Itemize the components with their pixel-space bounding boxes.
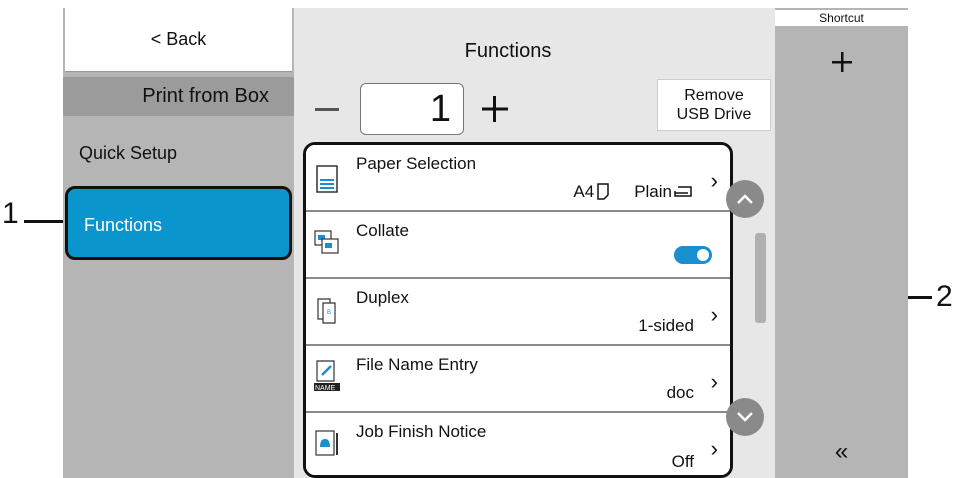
- function-list: Paper Selection A4 Plain › Collate B Dup…: [303, 142, 733, 478]
- duplex-icon: B: [317, 298, 336, 324]
- file-name-entry-label: File Name Entry: [356, 355, 478, 374]
- paper-selection-label: Paper Selection: [356, 154, 477, 173]
- collate-icon: [314, 230, 339, 254]
- duplex-value: 1-sided: [638, 316, 694, 335]
- remove-usb-button[interactable]: Remove USB Drive: [657, 79, 771, 131]
- paper-selection-value: A4 Plain: [573, 182, 694, 202]
- paper-tray-icon: [674, 186, 692, 197]
- decrement-button[interactable]: [305, 86, 349, 134]
- job-finish-notice-label: Job Finish Notice: [356, 422, 487, 441]
- right-panel: Shortcut «: [775, 8, 908, 478]
- chevron-right-icon: ›: [710, 436, 718, 461]
- copies-input[interactable]: 1: [360, 83, 464, 135]
- chevron-right-icon: ›: [710, 302, 718, 327]
- increment-button[interactable]: [473, 84, 517, 134]
- scroll-down-button[interactable]: [726, 398, 764, 436]
- nav-item-functions[interactable]: Functions: [65, 186, 292, 260]
- function-row-duplex[interactable]: B Duplex 1-sided ›: [306, 279, 730, 346]
- chevron-down-icon: [737, 412, 753, 422]
- remove-usb-label-1: Remove: [684, 87, 744, 104]
- chevron-right-icon: ›: [710, 369, 718, 394]
- file-name-entry-value: doc: [666, 383, 694, 402]
- callout-2: 2: [936, 280, 953, 313]
- left-panel: < Back Print from Box Quick Setup Functi…: [63, 8, 294, 478]
- file-name-icon: NAME: [314, 360, 340, 392]
- notice-icon: [315, 430, 338, 456]
- callout-1: 1: [2, 197, 19, 230]
- page-title: Functions: [464, 40, 552, 62]
- portrait-paper-icon: [597, 183, 609, 200]
- collate-toggle[interactable]: [674, 246, 712, 264]
- remove-usb-label-2: USB Drive: [676, 106, 752, 123]
- function-row-file-name-entry[interactable]: NAME File Name Entry doc ›: [306, 346, 730, 413]
- shortcut-label: Shortcut: [775, 10, 908, 26]
- job-finish-notice-value: Off: [671, 452, 694, 471]
- svg-text:B: B: [327, 310, 331, 316]
- box-title: Print from Box: [63, 77, 294, 116]
- callout-1-line: [24, 220, 64, 223]
- file-name-icon-text: NAME: [315, 385, 336, 392]
- function-row-job-finish-notice[interactable]: Job Finish Notice Off ›: [306, 413, 730, 475]
- plus-icon: [482, 96, 508, 122]
- add-shortcut-button[interactable]: [775, 46, 908, 80]
- function-row-paper-selection[interactable]: Paper Selection A4 Plain ›: [306, 145, 730, 212]
- paper-type-value: Plain: [634, 182, 672, 201]
- chevron-right-icon: ›: [710, 168, 718, 193]
- back-button[interactable]: < Back: [65, 8, 292, 72]
- nav-item-quick-setup[interactable]: Quick Setup: [63, 124, 294, 182]
- duplex-label: Duplex: [356, 288, 409, 307]
- paper-size-value: A4: [573, 182, 595, 201]
- collapse-panel-button[interactable]: «: [775, 438, 908, 466]
- touch-screen: < Back Print from Box Quick Setup Functi…: [63, 8, 908, 478]
- paper-selection-icon: [316, 165, 338, 193]
- collate-label: Collate: [356, 221, 409, 240]
- chevron-up-icon: [737, 194, 753, 204]
- scrollbar-thumb[interactable]: [755, 233, 766, 323]
- function-row-collate[interactable]: Collate: [306, 212, 730, 279]
- plus-icon: [831, 52, 852, 72]
- minus-icon: [315, 108, 339, 111]
- scroll-up-button[interactable]: [726, 180, 764, 218]
